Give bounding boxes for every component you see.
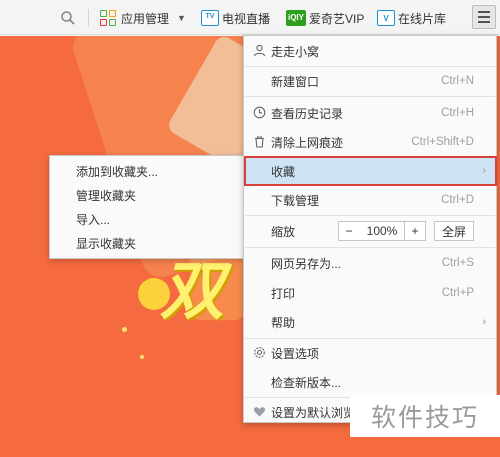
main-menu-button[interactable] xyxy=(472,5,496,29)
menu-divider xyxy=(245,96,495,97)
gear-icon xyxy=(254,347,265,358)
hamburger-icon-line xyxy=(478,21,490,23)
zoom-level: 100% xyxy=(359,221,405,241)
chevron-right-icon: › xyxy=(482,316,486,328)
menu-print-shortcut: Ctrl+P xyxy=(441,287,474,299)
user-icon xyxy=(253,44,266,57)
menu-clear-traces-label: 清除上网痕迹 xyxy=(271,135,344,150)
submenu-import[interactable]: 导入... xyxy=(76,207,110,231)
menu-help-label: 帮助 xyxy=(271,315,296,330)
menu-history-label: 查看历史记录 xyxy=(271,106,344,121)
menu-user-account[interactable]: 走走小窝 xyxy=(244,38,496,64)
online-library-label: 在线片库 xyxy=(398,11,447,26)
submenu-show-favorites[interactable]: 显示收藏夹 xyxy=(76,231,136,255)
menu-divider xyxy=(245,66,495,67)
chevron-right-icon: › xyxy=(482,165,486,177)
submenu-manage-favorites[interactable]: 管理收藏夹 xyxy=(76,183,136,207)
page-bottom-strip xyxy=(350,437,500,457)
menu-downloads-label: 下载管理 xyxy=(271,193,320,208)
menu-zoom: 缩放 − 100% + 全屏 xyxy=(244,218,496,244)
menu-new-window-shortcut: Ctrl+N xyxy=(441,75,474,87)
decorative-dot xyxy=(122,327,127,332)
tv-icon: TV xyxy=(201,10,219,26)
menu-save-page-as-label: 网页另存为... xyxy=(271,256,342,271)
menu-check-update[interactable]: 检查新版本... xyxy=(244,369,496,395)
menu-set-default-browser-label: 设置为默认浏览 xyxy=(271,405,356,420)
decorative-dot xyxy=(140,355,144,359)
menu-zoom-label: 缩放 xyxy=(271,224,296,239)
caret-down-icon[interactable]: ▼ xyxy=(177,13,186,23)
menu-history-shortcut: Ctrl+H xyxy=(441,107,474,119)
favorites-submenu: 添加到收藏夹... 管理收藏夹 导入... 显示收藏夹 xyxy=(49,155,245,259)
menu-print[interactable]: 打印 Ctrl+P xyxy=(244,280,496,306)
fullscreen-button[interactable]: 全屏 xyxy=(434,221,474,241)
menu-divider xyxy=(245,215,495,216)
menu-check-update-label: 检查新版本... xyxy=(271,375,342,390)
iqiyi-vip-button[interactable]: iQIY 爱奇艺VIP xyxy=(286,8,364,28)
tv-live-button[interactable]: TV 电视直播 xyxy=(201,8,270,28)
menu-clear-traces[interactable]: 清除上网痕迹 Ctrl+Shift+D xyxy=(244,129,496,155)
watermark: 软件技巧 xyxy=(350,395,500,437)
browser-toolbar: 应用管理 ▼ TV 电视直播 iQIY 爱奇艺VIP V 在线片库 xyxy=(0,0,500,35)
browser-main-menu: 走走小窝 新建窗口 Ctrl+N 查看历史记录 Ctrl+H 清除上网痕迹 Ct… xyxy=(243,35,497,423)
menu-new-window-label: 新建窗口 xyxy=(271,74,320,89)
heart-icon xyxy=(253,407,266,417)
menu-print-label: 打印 xyxy=(271,286,296,301)
zoom-in-button[interactable]: + xyxy=(404,221,426,241)
menu-new-window[interactable]: 新建窗口 Ctrl+N xyxy=(244,68,496,94)
menu-favorites[interactable]: 收藏 › xyxy=(244,158,496,184)
menu-save-page-as-shortcut: Ctrl+S xyxy=(441,257,474,269)
watermark-text: 软件技巧 xyxy=(370,404,479,432)
menu-help[interactable]: 帮助 › xyxy=(244,309,496,335)
online-library-button[interactable]: V 在线片库 xyxy=(377,8,446,28)
clock-icon xyxy=(253,106,266,119)
trash-icon xyxy=(255,136,264,148)
menu-settings[interactable]: 设置选项 xyxy=(244,340,496,366)
user-name: 走走小窝 xyxy=(271,44,320,59)
menu-settings-label: 设置选项 xyxy=(271,346,320,361)
iqiyi-icon: iQIY xyxy=(286,10,306,26)
menu-history[interactable]: 查看历史记录 Ctrl+H xyxy=(244,100,496,126)
menu-divider xyxy=(245,247,495,248)
apps-grid-icon xyxy=(100,10,118,26)
iqiyi-vip-label: 爱奇艺VIP xyxy=(309,11,365,26)
menu-downloads[interactable]: 下载管理 Ctrl+D xyxy=(244,187,496,213)
apps-manager-button[interactable]: 应用管理 ▼ xyxy=(100,8,186,28)
menu-divider xyxy=(245,338,495,339)
menu-downloads-shortcut: Ctrl+D xyxy=(441,194,474,206)
search-icon[interactable] xyxy=(60,10,76,26)
menu-favorites-label: 收藏 xyxy=(271,164,296,179)
menu-clear-traces-shortcut: Ctrl+Shift+D xyxy=(411,136,474,148)
menu-save-page-as[interactable]: 网页另存为... Ctrl+S xyxy=(244,250,496,276)
apps-manager-label: 应用管理 xyxy=(121,11,170,26)
toolbar-divider xyxy=(88,9,89,27)
submenu-add-to-favorites[interactable]: 添加到收藏夹... xyxy=(76,159,158,183)
hamburger-icon-line xyxy=(478,16,490,18)
zoom-out-button[interactable]: − xyxy=(338,221,360,241)
tv-live-label: 电视直播 xyxy=(222,11,271,26)
hamburger-icon-line xyxy=(478,11,490,13)
vip-icon: V xyxy=(377,10,395,26)
